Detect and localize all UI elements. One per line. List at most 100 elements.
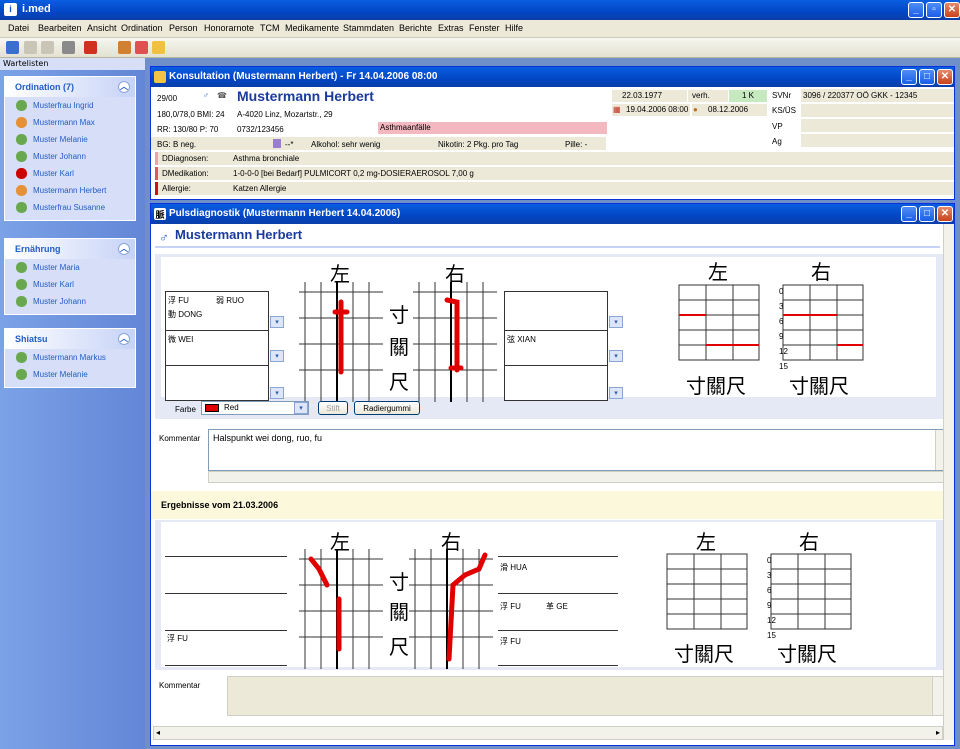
list-item[interactable]: 微 WEI (166, 331, 268, 366)
minimize-icon[interactable]: _ (901, 69, 917, 85)
address: A-4020 Linz, Mozartstr., 29 (237, 110, 333, 119)
list-item[interactable]: 浮 FU 弱 RUO 動 DONG (166, 292, 268, 331)
close-icon[interactable]: ✕ (944, 2, 960, 18)
dropdown-icon[interactable]: ▾ (609, 387, 623, 399)
stift-button[interactable]: Stift (318, 401, 348, 415)
pulse-drawing (444, 297, 464, 373)
menu-item[interactable]: Bearbeiten (38, 23, 82, 33)
group-header[interactable]: Ernährung ︿ (5, 239, 135, 259)
dropdown-icon[interactable]: ▾ (270, 387, 284, 399)
list-item[interactable]: Muster Melanie (5, 131, 135, 148)
diagnosis-label: DDiagnosen: (162, 154, 209, 163)
bottle-icon (273, 139, 281, 148)
depth-tick: 3 (779, 302, 784, 311)
delete-icon[interactable] (41, 41, 54, 54)
color-swatch (205, 404, 219, 412)
list-item[interactable] (166, 366, 268, 401)
male-icon: ♂ (159, 230, 169, 245)
folder-icon[interactable] (152, 41, 165, 54)
chevron-up-icon[interactable]: ︿ (118, 333, 130, 345)
dropdown-icon[interactable]: ▾ (609, 316, 623, 328)
menu-item[interactable]: Medikamente (285, 23, 339, 33)
save-icon[interactable] (6, 41, 19, 54)
dropdown-icon[interactable]: ▾ (270, 350, 284, 362)
print-icon[interactable] (62, 41, 75, 54)
pulse-drawing (446, 552, 488, 662)
menu-item[interactable]: Person (169, 23, 198, 33)
farbe-label: Farbe (175, 405, 196, 414)
list-item[interactable]: Muster Maria (5, 259, 135, 276)
menu-item[interactable]: Extras (438, 23, 464, 33)
menu-item[interactable]: Honorarnote (204, 23, 254, 33)
person-icon (16, 352, 27, 363)
menu-item[interactable]: TCM (260, 23, 280, 33)
list-item[interactable]: Muster Karl (5, 276, 135, 293)
horizontal-scrollbar[interactable]: ◂ ▸ (153, 726, 943, 740)
horizontal-scrollbar[interactable] (208, 471, 948, 483)
dropdown-icon[interactable]: ▾ (609, 350, 623, 362)
list-item[interactable] (505, 366, 607, 401)
allergy-row: Allergie: Katzen Allergie (155, 182, 954, 195)
list-item[interactable]: Muster Johann (5, 148, 135, 165)
add-icon[interactable] (24, 41, 37, 54)
minimize-icon[interactable]: _ (901, 206, 917, 222)
chevron-up-icon[interactable]: ︿ (118, 243, 130, 255)
close-icon[interactable]: ✕ (937, 69, 953, 85)
group-header[interactable]: Shiatsu ︿ (5, 329, 135, 349)
svnr-field: 3096 / 220377 OÖ GKK - 12345 (801, 89, 954, 102)
right-pulse-list[interactable]: 弦 XIAN (504, 291, 608, 401)
depth-chart-upper (678, 284, 864, 361)
menu-item[interactable]: Fenster (469, 23, 500, 33)
menu-item[interactable]: Ordination (121, 23, 163, 33)
group-header[interactable]: Ordination (7) ︿ (5, 77, 135, 97)
person-icon (16, 168, 27, 179)
menu-item[interactable]: Hilfe (505, 23, 523, 33)
position-label-right: 寸關尺 (789, 374, 849, 398)
maximize-icon[interactable]: □ (919, 69, 935, 85)
depth-tick: 12 (767, 616, 776, 625)
list-item[interactable]: Muster Johann (5, 293, 135, 310)
list-item[interactable]: Mustermann Max (5, 114, 135, 131)
list-item[interactable]: Musterfrau Susanne (5, 199, 135, 216)
list-item[interactable]: Musterfrau Ingrid (5, 97, 135, 114)
dropdown-icon[interactable]: ▾ (270, 316, 284, 328)
results-title: Ergebnisse vom 21.03.2006 (161, 500, 279, 510)
phone-icon[interactable]: ☎ (217, 91, 227, 100)
waitlist-group: Shiatsu ︿ Mustermann Markus Muster Melanie (4, 328, 136, 388)
stop-icon[interactable] (84, 41, 97, 54)
eraser-button[interactable]: Radiergummi (354, 401, 420, 415)
list-item[interactable]: Mustermann Markus (5, 349, 135, 366)
svnr-label: SVNr (772, 91, 792, 100)
person-icon[interactable] (118, 41, 131, 54)
left-pulse-grid[interactable] (299, 282, 383, 402)
blood-group: BG: B neg. (157, 140, 197, 149)
patient-id: 29/00 (157, 94, 178, 103)
comment-input[interactable]: Halspunkt wei dong, ruo, fu (208, 429, 948, 471)
menu-item[interactable]: Ansicht (87, 23, 117, 33)
list-item[interactable]: 弦 XIAN (505, 331, 607, 366)
cun-kanji: 寸 (389, 570, 409, 594)
list-item[interactable]: Mustermann Herbert (5, 182, 135, 199)
left-pulse-list[interactable]: 浮 FU 弱 RUO 動 DONG 微 WEI (165, 291, 269, 401)
list-item[interactable] (505, 292, 607, 331)
vertical-scrollbar[interactable] (943, 224, 954, 740)
minimize-icon[interactable]: _ (908, 2, 924, 18)
menu-bar: Datei Bearbeiten Ansicht Ordination Person Ho… (0, 20, 960, 38)
dropdown-icon[interactable]: ▾ (294, 402, 308, 414)
restore-icon[interactable]: ▫ (926, 2, 942, 18)
pulse-app-icon: 脈 (154, 208, 166, 220)
calendar-icon[interactable] (135, 41, 148, 54)
list-item[interactable]: Muster Melanie (5, 366, 135, 383)
chevron-up-icon[interactable]: ︿ (118, 81, 130, 93)
menu-item[interactable]: Berichte (399, 23, 432, 33)
person-icon (16, 100, 27, 111)
maximize-icon[interactable]: □ (919, 206, 935, 222)
right-pulse-grid[interactable] (413, 282, 497, 402)
color-select[interactable]: Red ▾ (201, 401, 309, 415)
close-icon[interactable]: ✕ (937, 206, 953, 222)
list-item[interactable]: Muster Karl (5, 165, 135, 182)
window-icon (154, 71, 166, 83)
menu-item[interactable]: Stammdaten (343, 23, 394, 33)
menu-item[interactable]: Datei (8, 23, 29, 33)
phone-number: 0732/123456 (237, 125, 284, 134)
